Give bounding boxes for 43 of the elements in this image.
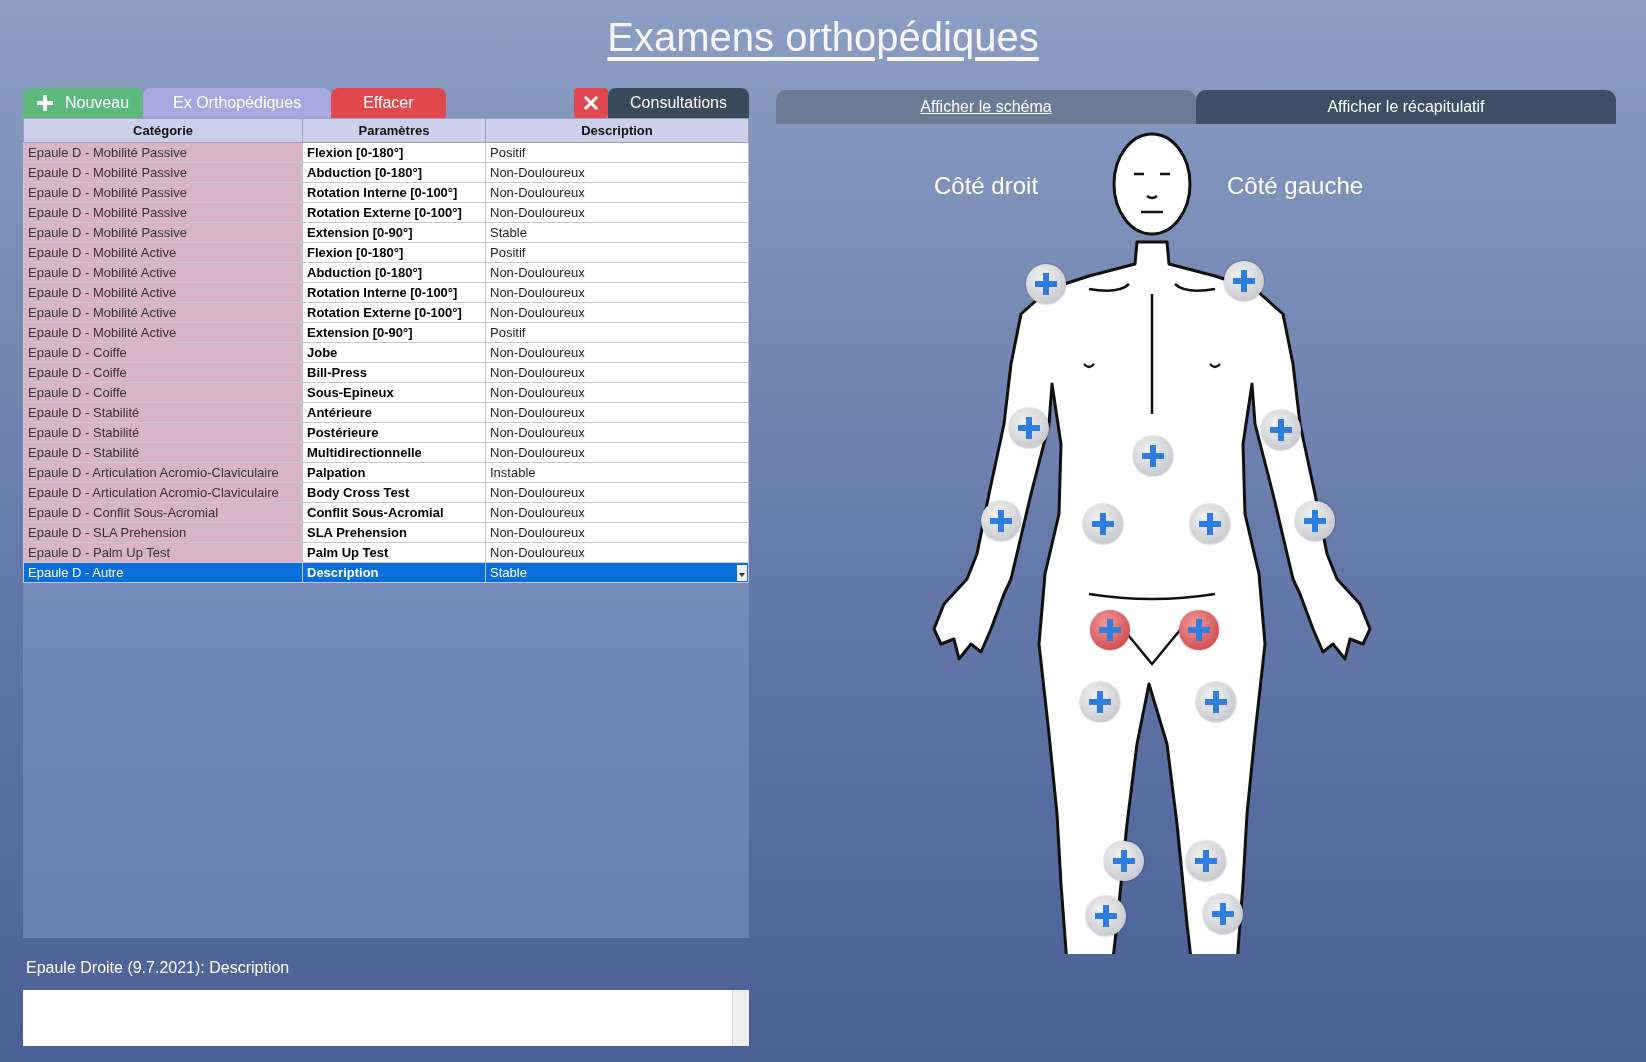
- note-label: Epaule Droite (9.7.2021): Description: [26, 958, 291, 978]
- show-summary-button[interactable]: Afficher le récapitulatif: [1196, 90, 1616, 124]
- column-header[interactable]: Description: [485, 118, 749, 143]
- plus-icon: [1210, 901, 1236, 927]
- result-value-text[interactable]: Positif: [490, 324, 526, 340]
- plus-icon: [1268, 417, 1294, 443]
- result-value-text[interactable]: Stable: [490, 564, 527, 580]
- plus-icon: [1087, 689, 1113, 715]
- close-button[interactable]: [574, 88, 609, 118]
- plus-marker[interactable]: [1295, 501, 1335, 541]
- plus-icon: [1197, 511, 1223, 537]
- show-diagram-link[interactable]: Afficher le schéma: [776, 90, 1196, 124]
- plus-icon: [1193, 848, 1219, 874]
- plus-marker[interactable]: [1224, 261, 1264, 301]
- plus-icon: [1033, 271, 1059, 297]
- plus-icon: [988, 508, 1014, 534]
- plus-icon: [1140, 443, 1166, 469]
- plus-icon: [1203, 689, 1229, 715]
- consultations-button[interactable]: Consultations: [608, 88, 749, 118]
- result-value-text[interactable]: Stable: [490, 224, 527, 240]
- plus-icon: [1186, 617, 1212, 643]
- plus-marker[interactable]: [1026, 264, 1066, 304]
- test-name-text[interactable]: Jobe: [307, 344, 338, 360]
- plus-icon: [1090, 511, 1116, 537]
- result-value-text[interactable]: Positif: [490, 144, 526, 160]
- plus-icon: [1302, 508, 1328, 534]
- left-side-label: Côté gauche: [1227, 171, 1364, 201]
- plus-icon: [1093, 903, 1119, 929]
- page-title: Examens orthopédiques: [607, 14, 1039, 61]
- plus-icon: [1111, 848, 1137, 874]
- close-icon: [583, 95, 600, 111]
- result-value-text[interactable]: Instable: [490, 464, 536, 480]
- scrollbar[interactable]: [732, 990, 749, 1046]
- plus-icon: [1097, 617, 1123, 643]
- plus-icon: [1231, 268, 1257, 294]
- result-value-text[interactable]: Positif: [490, 244, 526, 260]
- right-side-label: Côté droit: [934, 171, 1039, 201]
- column-header[interactable]: Paramètres: [302, 118, 486, 143]
- plus-icon: [1016, 415, 1042, 441]
- plus-marker[interactable]: [1104, 841, 1144, 881]
- clear-button[interactable]: Effacer: [331, 88, 446, 118]
- plus-icon: [37, 95, 53, 111]
- column-header[interactable]: Catégorie: [23, 118, 303, 143]
